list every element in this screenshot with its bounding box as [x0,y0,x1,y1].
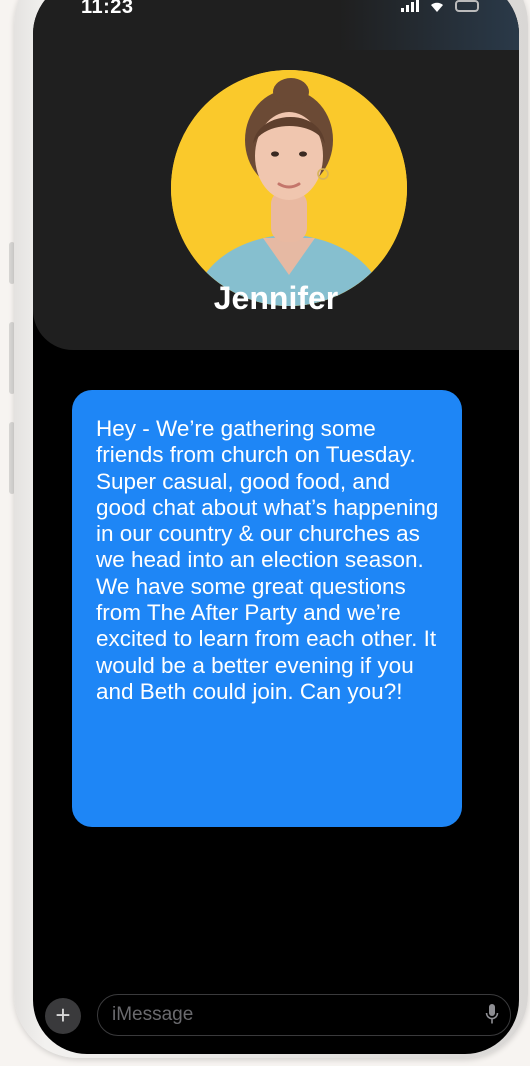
battery-icon [455,0,479,12]
status-time: 11:23 [81,0,134,18]
status-icons [401,0,479,12]
phone-screen: 11:23 Jennifer Hey - We’re gathering som… [33,0,519,1054]
avatar-portrait-icon [171,70,407,306]
imessage-input[interactable] [97,994,511,1036]
wifi-icon [431,2,443,12]
contact-name[interactable]: Jennifer [33,280,519,317]
incoming-message-bubble[interactable]: Hey - We’re gathering some friends from … [72,390,462,827]
page: 11:23 Jennifer Hey - We’re gathering som… [0,0,530,1066]
compose-bar: + [33,990,519,1050]
mic-icon[interactable] [485,1004,499,1026]
conversation-header: 11:23 Jennifer [33,0,519,350]
contact-avatar[interactable] [171,70,407,306]
signal-icon [401,0,419,12]
plus-icon[interactable]: + [45,998,81,1034]
message-text: Hey - We’re gathering some friends from … [96,416,439,704]
